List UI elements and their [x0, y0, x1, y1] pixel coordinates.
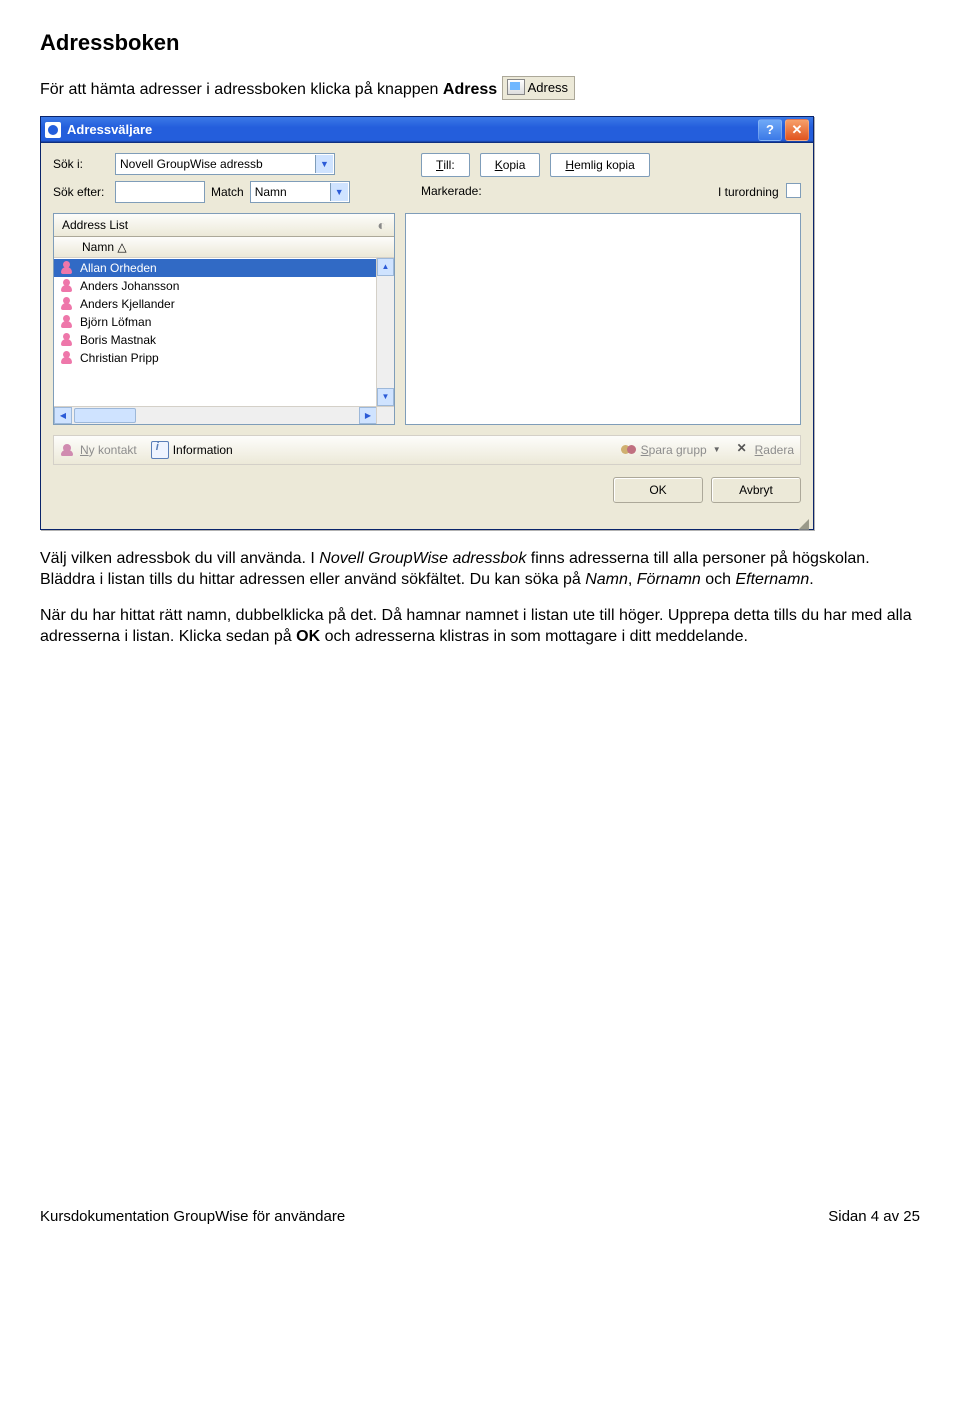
paragraph-2: Välj vilken adressbok du vill använda. I… [40, 548, 920, 591]
list-item[interactable]: Anders Kjellander [54, 295, 394, 313]
scroll-down-icon[interactable]: ▼ [377, 388, 394, 406]
list-item-label: Boris Mastnak [80, 333, 156, 347]
turordning-checkbox[interactable] [786, 183, 801, 198]
adress-toolbar-button: Adress [502, 76, 575, 100]
dialog-toolbar: Ny kontakt Information Spara grupp ▼ Rad… [53, 435, 801, 465]
dialog-title: Adressväljare [67, 122, 755, 137]
information-label: Information [173, 443, 233, 457]
person-icon [60, 333, 74, 347]
ok-button[interactable]: OK [613, 477, 703, 503]
turordning-label: I turordning [718, 185, 779, 199]
radera-button[interactable]: Radera [735, 442, 794, 458]
scroll-right-icon[interactable]: ▶ [359, 407, 377, 424]
p2-d: , [628, 571, 637, 588]
footer-right: Sidan 4 av 25 [828, 1208, 920, 1225]
vertical-scrollbar[interactable]: ▲ ▼ [376, 258, 394, 406]
hemlig-kopia-button[interactable]: Hemlig kopia [550, 153, 649, 177]
footer-left: Kursdokumentation GroupWise för användar… [40, 1208, 345, 1225]
dialog-body: Sök i: Novell GroupWise adressb ▼ Sök ef… [41, 143, 813, 515]
person-icon [60, 297, 74, 311]
person-icon [60, 351, 74, 365]
chevron-down-icon[interactable]: ▼ [330, 183, 348, 201]
page-title: Adressboken [40, 30, 920, 56]
intro-bold: Adress [443, 81, 497, 98]
selected-list-panel [405, 213, 801, 425]
scroll-up-icon[interactable]: ▲ [377, 258, 394, 276]
information-button[interactable]: Information [151, 441, 233, 459]
list-item[interactable]: Boris Mastnak [54, 331, 394, 349]
spara-grupp-button[interactable]: Spara grupp ▼ [621, 442, 721, 458]
ny-kontakt-button[interactable]: Ny kontakt [60, 442, 137, 458]
person-icon [60, 279, 74, 293]
match-combo[interactable]: Namn ▼ [250, 181, 350, 203]
avbryt-button[interactable]: Avbryt [711, 477, 801, 503]
adress-icon [507, 79, 525, 95]
till-button[interactable]: Till: [421, 153, 470, 177]
chevron-down-icon[interactable]: ▼ [315, 155, 333, 173]
intro-text: För att hämta adresser i adressboken kli… [40, 81, 443, 98]
sok-efter-input[interactable] [115, 181, 205, 203]
list-item[interactable]: Björn Löfman [54, 313, 394, 331]
dialog-titlebar: Adressväljare ? ✕ [41, 117, 813, 143]
radera-label: Radera [755, 443, 794, 457]
horizontal-scrollbar[interactable]: ◀ ▶ [54, 406, 377, 424]
list-item-label: Anders Kjellander [80, 297, 175, 311]
kopia-button[interactable]: Kopia [480, 153, 541, 177]
page-footer: Kursdokumentation GroupWise för användar… [40, 1208, 920, 1225]
list-item[interactable]: Allan Orheden [54, 259, 394, 277]
intro-paragraph: För att hämta adresser i adressboken kli… [40, 78, 920, 102]
sok-efter-label: Sök efter: [53, 185, 109, 199]
p2-e: Förnamn [637, 571, 701, 588]
list-item-label: Christian Pripp [80, 351, 159, 365]
delete-icon [735, 442, 751, 458]
match-value: Namn [255, 185, 287, 199]
close-button[interactable]: ✕ [785, 119, 809, 141]
group-icon [621, 442, 637, 458]
sok-i-label: Sök i: [53, 157, 109, 171]
p3-c: och adresserna klistras in som mottagare… [325, 628, 748, 645]
list-item-label: Allan Orheden [80, 261, 157, 275]
markerade-label: Markerade: [421, 184, 482, 198]
p2-a: Välj vilken adressbok du vill använda. I [40, 550, 319, 567]
paragraph-3: När du har hittat rätt namn, dubbelklick… [40, 605, 920, 648]
list-item-label: Björn Löfman [80, 315, 151, 329]
spara-grupp-label: Spara grupp [641, 443, 707, 457]
contact-icon [60, 442, 76, 458]
p2-c: Namn [585, 571, 628, 588]
scroll-left-icon[interactable]: ◀ [54, 407, 72, 424]
p2-f: och [701, 571, 736, 588]
address-list-body: Allan Orheden Anders Johansson Anders Kj… [54, 258, 394, 424]
help-button[interactable]: ? [758, 119, 782, 141]
person-icon [60, 261, 74, 275]
p3-b: OK [296, 628, 320, 645]
scroll-thumb[interactable] [74, 408, 136, 423]
adressvaljare-dialog: Adressväljare ? ✕ Sök i: Novell GroupWis… [40, 116, 814, 530]
sok-i-value: Novell GroupWise adressb [120, 157, 263, 171]
ny-kontakt-label: Ny kontakt [80, 443, 137, 457]
till-label: ill: [443, 158, 454, 172]
app-icon [45, 122, 61, 138]
sok-i-combo[interactable]: Novell GroupWise adressb ▼ [115, 153, 335, 175]
address-list-tab-label: Address List [62, 218, 128, 232]
match-label: Match [211, 185, 244, 199]
person-icon [60, 315, 74, 329]
info-icon [151, 441, 169, 459]
p2-i: Novell GroupWise adressbok [319, 550, 526, 567]
list-item-label: Anders Johansson [80, 279, 179, 293]
p2-h: . [809, 571, 813, 588]
list-item[interactable]: Christian Pripp [54, 349, 394, 367]
list-item[interactable]: Anders Johansson [54, 277, 394, 295]
resize-grip-icon[interactable]: ◢ [41, 515, 813, 529]
adress-btn-label: Adress [528, 80, 568, 95]
chevron-down-icon[interactable]: ▼ [713, 445, 721, 454]
address-list-panel: Address List ◐ Namn △ Allan Orheden Ande… [53, 213, 395, 425]
tab-decor-icon: ◐ [378, 217, 386, 233]
scroll-corner [376, 406, 394, 424]
p2-g: Efternamn [735, 571, 809, 588]
address-list-tab[interactable]: Address List ◐ [54, 214, 394, 237]
column-header-namn[interactable]: Namn △ [54, 237, 394, 258]
